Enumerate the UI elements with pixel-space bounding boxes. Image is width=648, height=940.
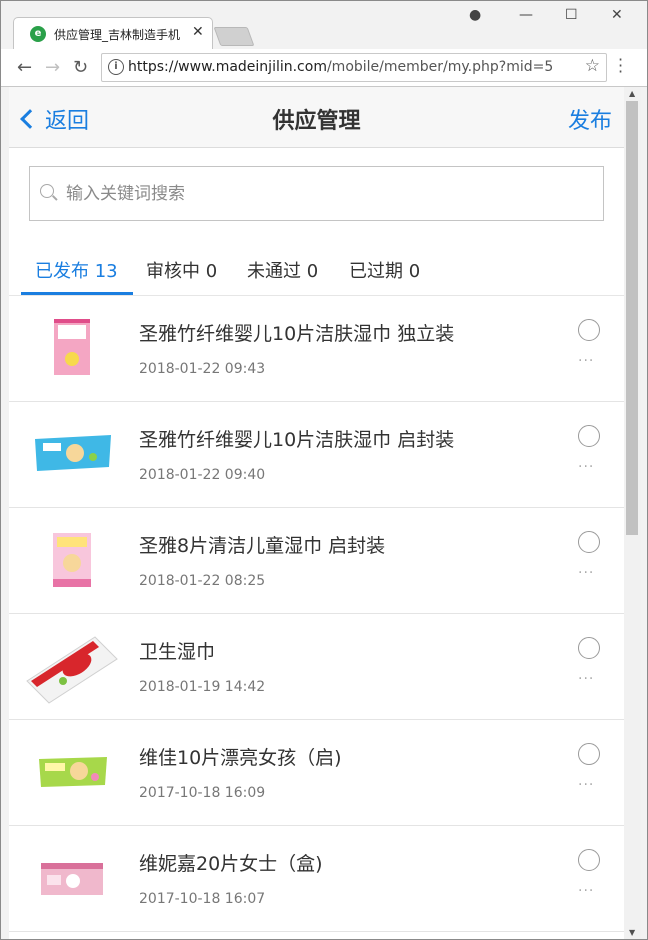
more-options-icon[interactable]: ··· (578, 777, 594, 793)
list-item[interactable]: 维佳10片漂亮女孩（启) 2017-10-18 16:09 ··· (9, 719, 624, 826)
reload-icon[interactable]: ↻ (73, 57, 88, 78)
item-title: 维佳10片漂亮女孩（启) (139, 747, 342, 769)
select-radio[interactable] (578, 849, 600, 871)
select-radio[interactable] (578, 425, 600, 447)
search-icon (40, 184, 54, 198)
tab-expired[interactable]: 已过期 0 (349, 257, 420, 283)
more-options-icon[interactable]: ··· (578, 353, 594, 369)
maximize-icon[interactable]: ☐ (565, 7, 578, 23)
bookmark-star-icon[interactable]: ☆ (585, 56, 600, 76)
select-radio[interactable] (578, 743, 600, 765)
product-thumbnail (53, 533, 91, 587)
page-title: 供应管理 (272, 109, 361, 134)
publish-button[interactable]: 发布 (568, 103, 612, 135)
tab-rejected[interactable]: 未通过 0 (247, 257, 318, 283)
address-bar[interactable]: i https://www.madeinjilin.com/mobile/mem… (101, 53, 607, 82)
more-options-icon[interactable]: ··· (578, 883, 594, 899)
page-viewport: 返回 供应管理 发布 已发布 13 审核中 0 未通过 0 已过期 0 (9, 87, 624, 939)
minimize-icon[interactable]: — (519, 7, 533, 23)
address-toolbar: ← → ↻ i https://www.madeinjilin.com/mobi… (1, 49, 647, 87)
close-window-icon[interactable]: ✕ (611, 7, 623, 23)
more-options-icon[interactable]: ··· (578, 459, 594, 475)
item-title: 维妮嘉20片女士（盒) (139, 853, 323, 875)
profile-icon[interactable]: ● (469, 7, 481, 23)
more-options-icon[interactable]: ··· (578, 671, 594, 687)
search-input[interactable] (64, 180, 588, 208)
item-date: 2018-01-22 09:40 (139, 467, 266, 483)
tab-under-review[interactable]: 审核中 0 (146, 257, 217, 283)
scroll-down-arrow-icon[interactable]: ▼ (629, 928, 635, 937)
item-title: 圣雅8片清洁儿童湿巾 启封装 (139, 535, 386, 557)
app-header: 返回 供应管理 发布 (9, 87, 624, 148)
product-thumbnail (35, 435, 111, 471)
product-thumbnail (26, 636, 118, 704)
list-item[interactable]: 维妮嘉20片女士（盒) 2017-10-18 16:07 ··· (9, 825, 624, 932)
site-favicon-icon: e (30, 26, 46, 42)
tab-published[interactable]: 已发布 13 (35, 257, 118, 283)
item-title: 圣雅竹纤维婴儿10片洁肤湿巾 启封装 (139, 429, 455, 451)
item-date: 2017-10-18 16:07 (139, 891, 266, 907)
product-thumbnail (39, 757, 107, 787)
select-radio[interactable] (578, 319, 600, 341)
list-item[interactable]: 圣雅竹纤维婴儿10片洁肤湿巾 独立装 2018-01-22 09:43 ··· (9, 295, 624, 402)
item-date: 2017-10-18 16:09 (139, 785, 266, 801)
search-box (29, 166, 604, 221)
page-scrollbar[interactable]: ▲ ▼ (624, 87, 641, 939)
browser-tab[interactable]: e 供应管理_吉林制造手机 ✕ (13, 17, 213, 50)
back-nav-icon[interactable]: ← (17, 57, 32, 78)
info-icon[interactable]: i (108, 59, 124, 75)
browser-menu-icon[interactable]: · · · (618, 52, 623, 80)
item-date: 2018-01-22 09:43 (139, 361, 266, 377)
list-item[interactable]: 圣雅8片清洁儿童湿巾 启封装 2018-01-22 08:25 ··· (9, 507, 624, 614)
product-thumbnail (54, 319, 90, 375)
close-tab-icon[interactable]: ✕ (192, 24, 204, 40)
item-date: 2018-01-19 14:42 (139, 679, 266, 695)
url-text: https://www.madeinjilin.com/mobile/membe… (128, 59, 554, 75)
item-title: 卫生湿巾 (139, 641, 216, 663)
tab-title: 供应管理_吉林制造手机 (54, 28, 181, 42)
new-tab-button[interactable] (213, 27, 255, 46)
list-item[interactable]: 圣雅竹纤维婴儿10片洁肤湿巾 启封装 2018-01-22 09:40 ··· (9, 401, 624, 508)
scrollbar-thumb[interactable] (626, 101, 638, 535)
browser-window: e 供应管理_吉林制造手机 ✕ ● — ☐ ✕ ← → ↻ i https://… (0, 0, 648, 940)
select-radio[interactable] (578, 531, 600, 553)
item-title: 圣雅竹纤维婴儿10片洁肤湿巾 独立装 (139, 323, 455, 345)
status-tabs: 已发布 13 审核中 0 未通过 0 已过期 0 (9, 247, 624, 296)
list-item[interactable]: 卫生湿巾 2018-01-19 14:42 ··· (9, 613, 624, 720)
scroll-up-arrow-icon[interactable]: ▲ (629, 89, 635, 98)
more-options-icon[interactable]: ··· (578, 565, 594, 581)
product-thumbnail (41, 863, 103, 895)
select-radio[interactable] (578, 637, 600, 659)
forward-nav-icon[interactable]: → (45, 57, 60, 78)
title-bar: e 供应管理_吉林制造手机 ✕ ● — ☐ ✕ (1, 1, 647, 50)
item-date: 2018-01-22 08:25 (139, 573, 266, 589)
